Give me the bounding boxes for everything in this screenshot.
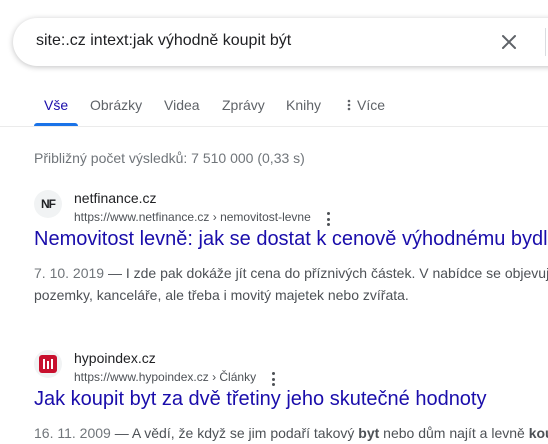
snippet-highlight: byt	[358, 425, 380, 441]
result-date: 16. 11. 2009	[34, 425, 111, 441]
result-title-link[interactable]: Jak koupit byt za dvě třetiny jeho skute…	[34, 388, 487, 411]
site-favicon	[34, 350, 62, 378]
site-name[interactable]: hypoindex.cz	[74, 350, 156, 366]
tab-news[interactable]: Zprávy	[222, 97, 265, 113]
snippet-text-2: nebo dům najít a levně	[379, 425, 529, 441]
site-name[interactable]: netfinance.cz	[74, 190, 157, 206]
result-menu-button[interactable]	[325, 212, 331, 226]
site-url[interactable]: https://www.netfinance.cz › nemovitost-l…	[74, 210, 311, 224]
tab-all[interactable]: Vše	[44, 97, 68, 113]
snippet-highlight-2: koupit	[528, 425, 548, 441]
tab-videos[interactable]: Videa	[164, 97, 200, 113]
result-snippet: 16. 11. 2009 — A vědí, že když se jim po…	[34, 422, 548, 444]
search-input[interactable]: site:.cz intext:jak výhodně koupit být	[36, 32, 291, 50]
result-date: 7. 10. 2019	[34, 265, 105, 281]
result-stats: Přibližný počet výsledků: 7 510 000 (0,3…	[34, 150, 305, 166]
search-bar[interactable]: site:.cz intext:jak výhodně koupit být	[13, 18, 548, 66]
clear-search-button[interactable]	[497, 30, 521, 54]
snippet-text: — A vědí, že když se jim podaří takový	[110, 425, 359, 441]
search-tabs: Vše Obrázky Videa Zprávy Knihy Více	[0, 88, 548, 126]
snippet-text-2: pozemky, kanceláře, ale třeba i movitý m…	[34, 287, 409, 303]
result-title-link[interactable]: Nemovitost levně: jak se dostat k cenově…	[34, 228, 548, 251]
search-divider	[545, 28, 546, 56]
tab-books[interactable]: Knihy	[286, 97, 321, 113]
site-favicon: NF	[34, 190, 62, 218]
site-url[interactable]: https://www.hypoindex.cz › Články	[74, 370, 256, 384]
hypoindex-logo	[39, 355, 57, 373]
result-menu-button[interactable]	[270, 372, 276, 386]
close-icon	[502, 35, 516, 49]
result-snippet: 7. 10. 2019 — I zde pak dokáže jít cena …	[34, 262, 548, 306]
netfinance-logo: NF	[41, 197, 56, 211]
more-dots-icon	[347, 98, 351, 114]
tab-more[interactable]: Více	[347, 97, 385, 114]
tab-images[interactable]: Obrázky	[90, 97, 142, 113]
snippet-text: — I zde pak dokáže jít cena do příznivýc…	[104, 265, 548, 281]
tab-more-label: Více	[357, 97, 386, 113]
tabs-divider	[0, 126, 548, 127]
